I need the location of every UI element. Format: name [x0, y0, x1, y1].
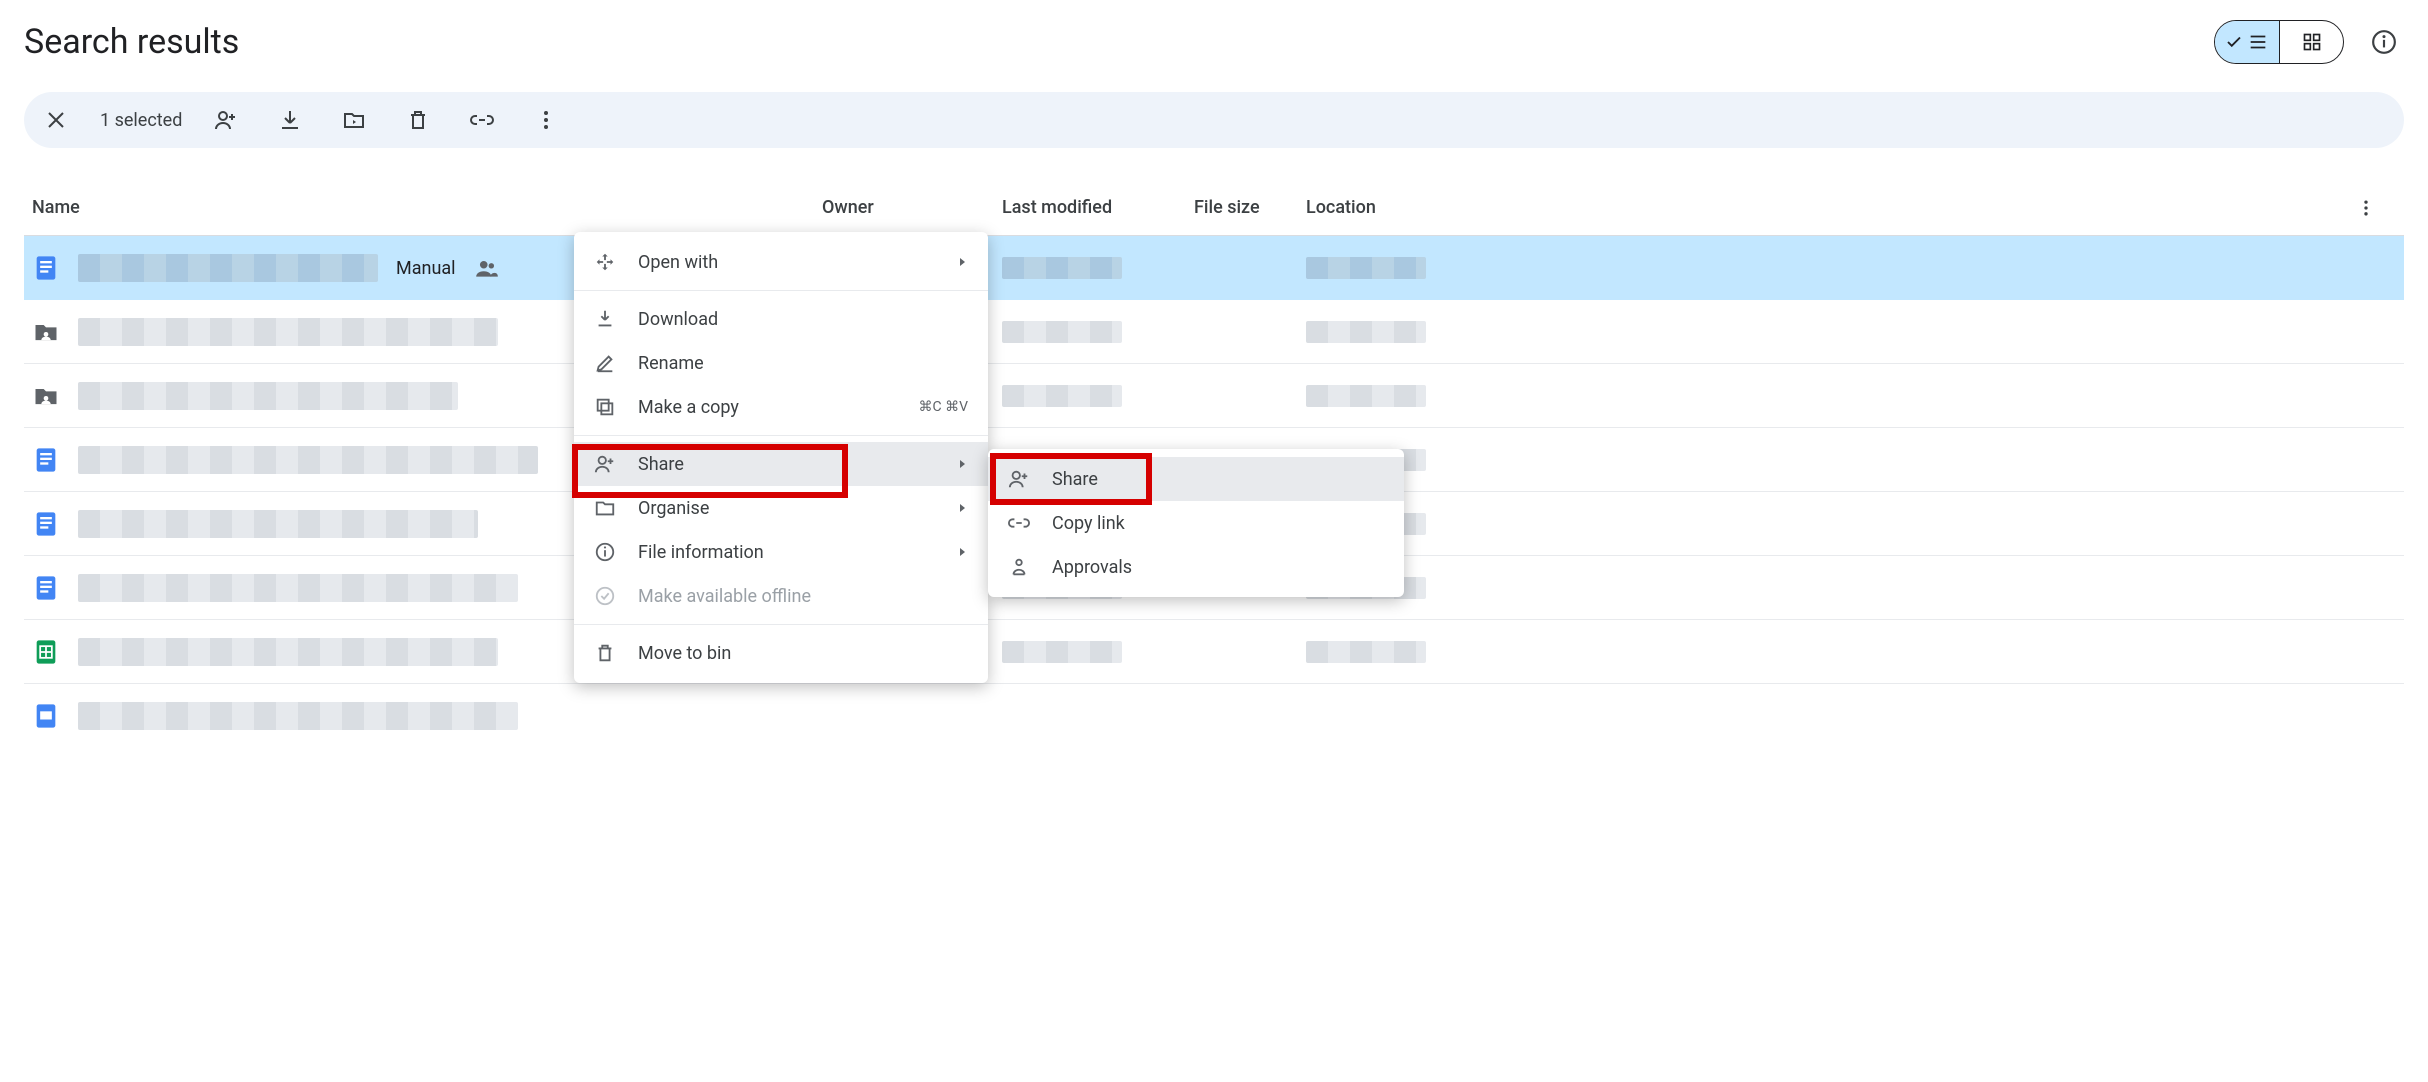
check-icon [2225, 33, 2243, 51]
menu-label: Share [638, 454, 936, 475]
menu-file-information[interactable]: File information [574, 530, 988, 574]
redacted-name [78, 446, 538, 474]
redacted-modified [1002, 257, 1122, 279]
docs-icon [32, 702, 60, 730]
view-details-button[interactable] [2364, 22, 2404, 62]
redacted-name [78, 318, 498, 346]
info-icon [2371, 29, 2397, 55]
menu-label: Move to bin [638, 643, 968, 664]
approvals-icon [1008, 556, 1030, 578]
redacted-location [1306, 641, 1426, 663]
chevron-right-icon [958, 459, 968, 469]
clear-selection-button[interactable] [44, 108, 68, 132]
more-actions-button[interactable] [534, 108, 558, 132]
rename-icon [594, 352, 616, 374]
redacted-name [78, 382, 458, 410]
open-with-icon [594, 251, 616, 273]
redacted-name [78, 510, 478, 538]
table-row[interactable] [24, 364, 2404, 428]
menu-make-copy[interactable]: Make a copy ⌘C ⌘V [574, 385, 988, 429]
person-add-icon [1008, 468, 1030, 490]
menu-move-to-bin[interactable]: Move to bin [574, 631, 988, 675]
docs-icon [32, 574, 60, 602]
redacted-name [78, 254, 378, 282]
shared-folder-icon [32, 382, 60, 410]
menu-label: Download [638, 309, 968, 330]
redacted-name [78, 574, 518, 602]
redacted-modified [1002, 321, 1122, 343]
menu-label: Approvals [1052, 557, 1384, 578]
table-row[interactable]: Manual [24, 236, 2404, 300]
list-view-button[interactable] [2215, 21, 2279, 63]
download-icon [594, 308, 616, 330]
col-location[interactable]: Location [1306, 197, 2336, 218]
menu-label: Make a copy [638, 397, 897, 418]
download-button[interactable] [278, 108, 302, 132]
grid-icon [2302, 32, 2322, 52]
menu-label: File information [638, 542, 936, 563]
redacted-location [1306, 257, 1426, 279]
col-last-modified[interactable]: Last modified [1002, 197, 1194, 218]
table-row[interactable] [24, 620, 2404, 684]
share-button[interactable] [214, 108, 238, 132]
info-icon [594, 541, 616, 563]
copy-icon [594, 396, 616, 418]
chevron-right-icon [958, 547, 968, 557]
grid-view-button[interactable] [2279, 21, 2343, 63]
redacted-location [1306, 385, 1426, 407]
share-submenu: Share Copy link Approvals [988, 449, 1404, 597]
col-name[interactable]: Name [32, 197, 822, 218]
person-add-icon [594, 453, 616, 475]
delete-button[interactable] [406, 108, 430, 132]
table-row[interactable] [24, 684, 2404, 748]
menu-label: Share [1052, 469, 1384, 490]
redacted-modified [1002, 385, 1122, 407]
keyboard-shortcut: ⌘C ⌘V [919, 399, 969, 415]
context-menu: Open with Download Rename Make a copy ⌘C… [574, 232, 988, 683]
selection-count: 1 selected [100, 110, 182, 131]
col-owner[interactable]: Owner [822, 197, 1002, 218]
menu-organise[interactable]: Organise [574, 486, 988, 530]
shared-folder-icon [32, 318, 60, 346]
docs-icon [32, 510, 60, 538]
column-options-button[interactable] [2356, 198, 2376, 218]
submenu-copy-link[interactable]: Copy link [988, 501, 1404, 545]
menu-make-available-offline: Make available offline [574, 574, 988, 618]
folder-icon [594, 497, 616, 519]
sheets-icon [32, 638, 60, 666]
trash-icon [594, 642, 616, 664]
col-file-size[interactable]: File size [1194, 197, 1306, 218]
redacted-location [1306, 321, 1426, 343]
chevron-right-icon [958, 257, 968, 267]
submenu-share[interactable]: Share [988, 457, 1404, 501]
list-icon [2247, 31, 2269, 53]
move-button[interactable] [342, 108, 366, 132]
page-title: Search results [24, 22, 239, 62]
redacted-modified [1002, 641, 1122, 663]
view-toggle [2214, 20, 2344, 64]
menu-share[interactable]: Share [574, 442, 988, 486]
menu-rename[interactable]: Rename [574, 341, 988, 385]
link-icon [1008, 512, 1030, 534]
offline-icon [594, 585, 616, 607]
file-name-suffix: Manual [396, 258, 456, 279]
menu-open-with[interactable]: Open with [574, 240, 988, 284]
menu-label: Copy link [1052, 513, 1384, 534]
table-row[interactable] [24, 300, 2404, 364]
menu-label: Open with [638, 252, 936, 273]
get-link-button[interactable] [470, 108, 494, 132]
menu-label: Rename [638, 353, 968, 374]
redacted-name [78, 702, 518, 730]
menu-label: Organise [638, 498, 936, 519]
docs-icon [32, 446, 60, 474]
shared-icon [474, 255, 500, 281]
submenu-approvals[interactable]: Approvals [988, 545, 1404, 589]
redacted-name [78, 638, 498, 666]
docs-icon [32, 254, 60, 282]
menu-download[interactable]: Download [574, 297, 988, 341]
menu-label: Make available offline [638, 586, 968, 607]
table-header: Name Owner Last modified File size Locat… [24, 180, 2404, 236]
chevron-right-icon [958, 503, 968, 513]
selection-toolbar: 1 selected [24, 92, 2404, 148]
